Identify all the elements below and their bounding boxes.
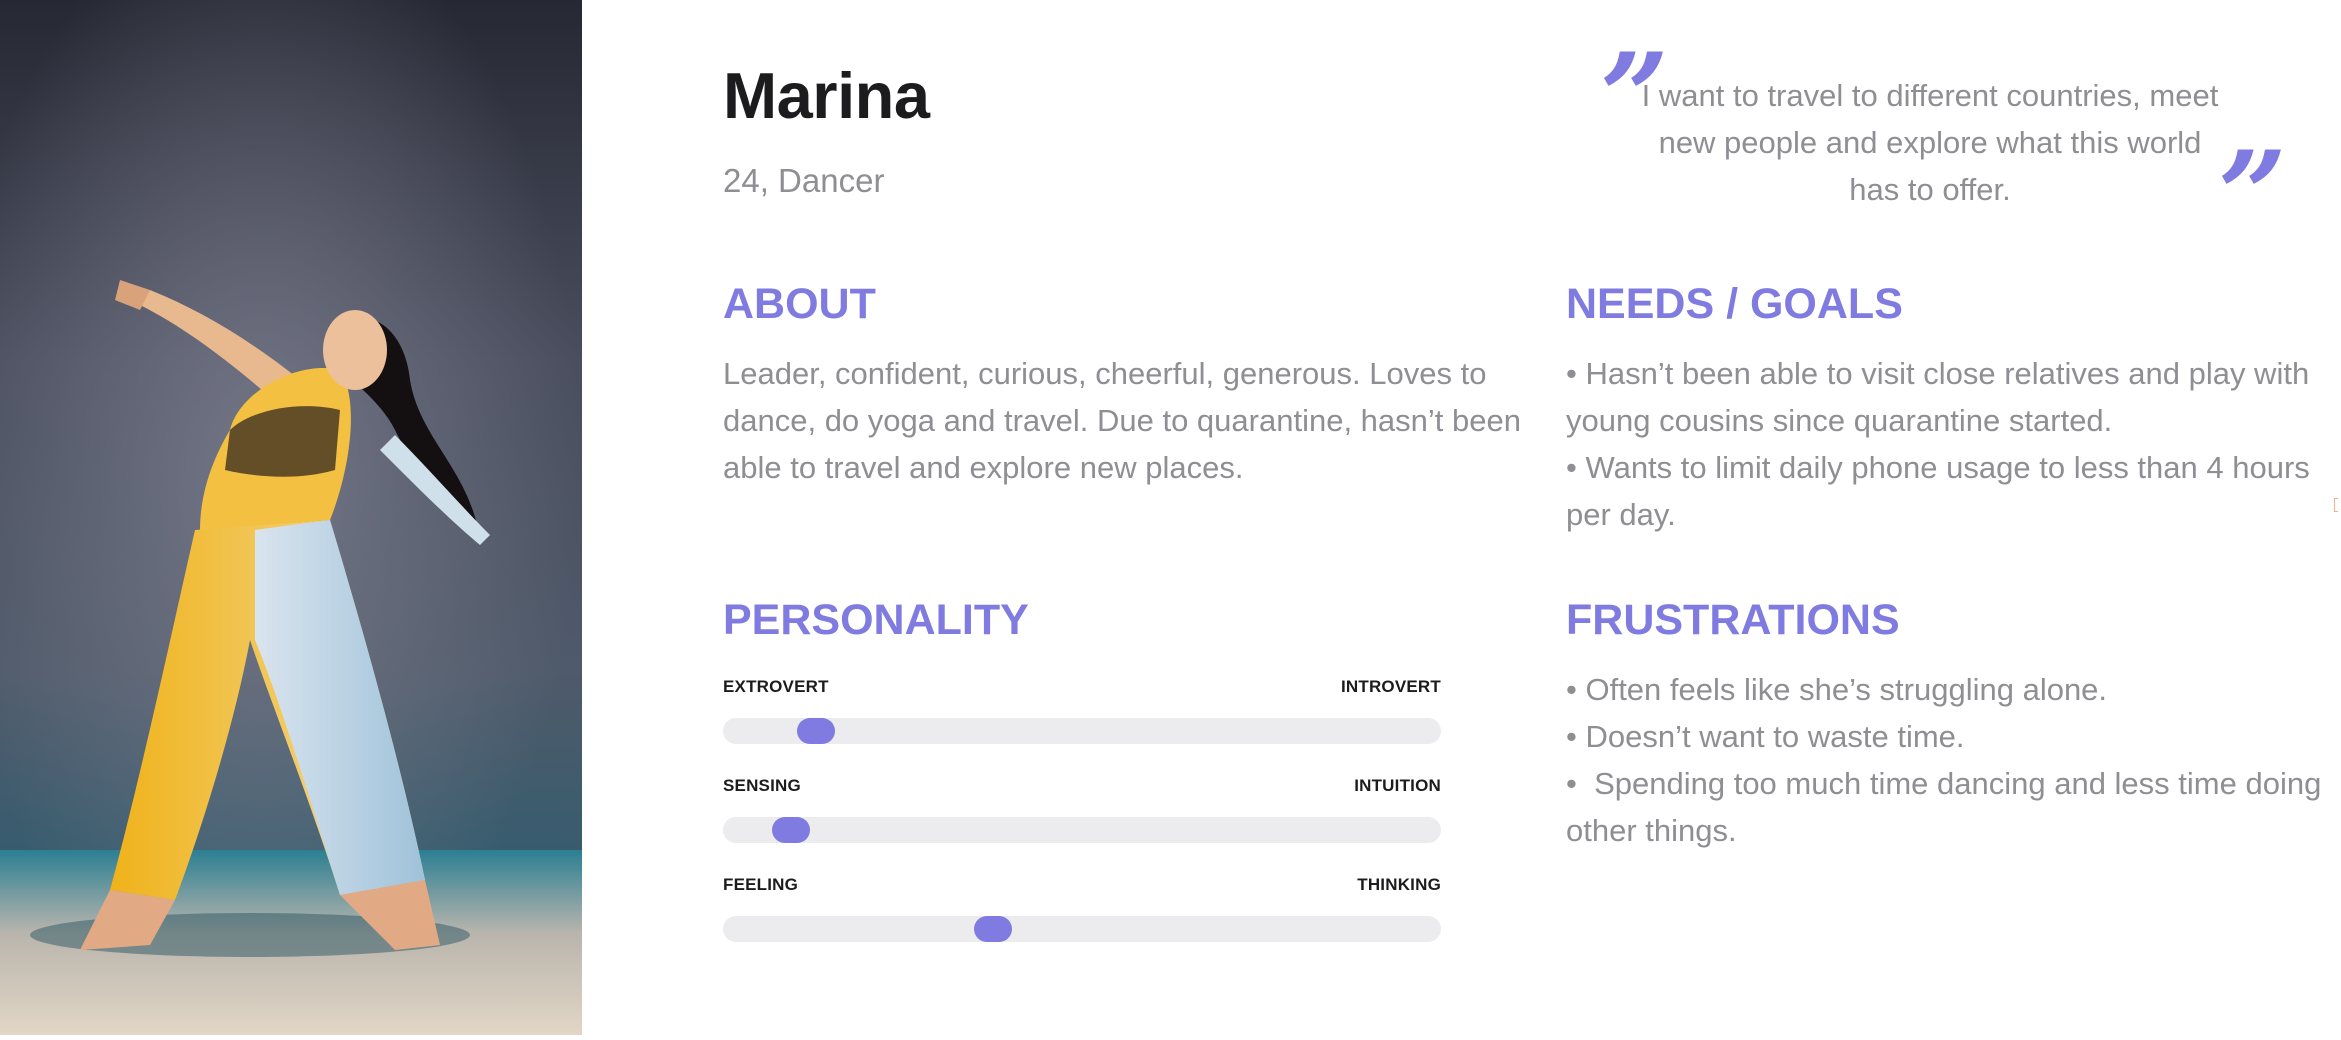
- frustration-item: Spending too much time dancing and less …: [1566, 760, 2326, 854]
- needs-goals-heading: NEEDS / GOALS: [1566, 280, 1903, 328]
- trait-left-label: EXTROVERT: [723, 677, 829, 696]
- trait-left-label: FEELING: [723, 875, 799, 894]
- needs-goal-item: Hasn’t been able to visit close relative…: [1566, 350, 2326, 444]
- edge-marker-icon: [2334, 498, 2338, 512]
- trait-slider-track: [723, 916, 1441, 942]
- trait-right-label: INTUITION: [1354, 776, 1441, 795]
- trait-left-label: SENSING: [723, 776, 801, 795]
- frustrations-heading: FRUSTRATIONS: [1566, 596, 1900, 644]
- close-quote-icon: ”: [2218, 125, 2288, 266]
- about-text: Leader, confident, curious, cheerful, ge…: [723, 356, 1521, 485]
- trait-right-label: THINKING: [1357, 875, 1441, 894]
- persona-subtitle: 24, Dancer: [723, 162, 884, 200]
- trait-slider-thumb: [973, 916, 1012, 942]
- persona-photo: [0, 0, 582, 1035]
- trait-slider-thumb: [797, 718, 836, 744]
- personality-trait-extrovert-introvert: EXTROVERT INTROVERT: [723, 676, 1441, 756]
- persona-age: 24,: [723, 162, 769, 199]
- frustrations-list: Often feels like she’s struggling alone.…: [1566, 666, 2326, 854]
- trait-slider-track: [723, 817, 1441, 843]
- about-heading: ABOUT: [723, 280, 876, 328]
- needs-goals-list: Hasn’t been able to visit close relative…: [1566, 350, 2326, 538]
- personality-heading: PERSONALITY: [723, 596, 1029, 644]
- trait-slider-track: [723, 718, 1441, 744]
- persona-name: Marina: [723, 59, 930, 132]
- persona-quote: I want to travel to different countries,…: [1641, 78, 2219, 207]
- personality-trait-sensing-intuition: SENSING INTUITION: [723, 775, 1441, 855]
- needs-goal-item: Wants to limit daily phone usage to less…: [1566, 444, 2326, 538]
- frustration-item: Doesn’t want to waste time.: [1566, 713, 2326, 760]
- dancer-photo-illustration: [0, 0, 582, 1035]
- personality-trait-feeling-thinking: FEELING THINKING: [723, 874, 1441, 954]
- trait-right-label: INTROVERT: [1340, 677, 1441, 696]
- frustration-item: Often feels like she’s struggling alone.: [1566, 666, 2326, 713]
- persona-occupation: Dancer: [778, 162, 885, 199]
- trait-slider-thumb: [772, 817, 811, 843]
